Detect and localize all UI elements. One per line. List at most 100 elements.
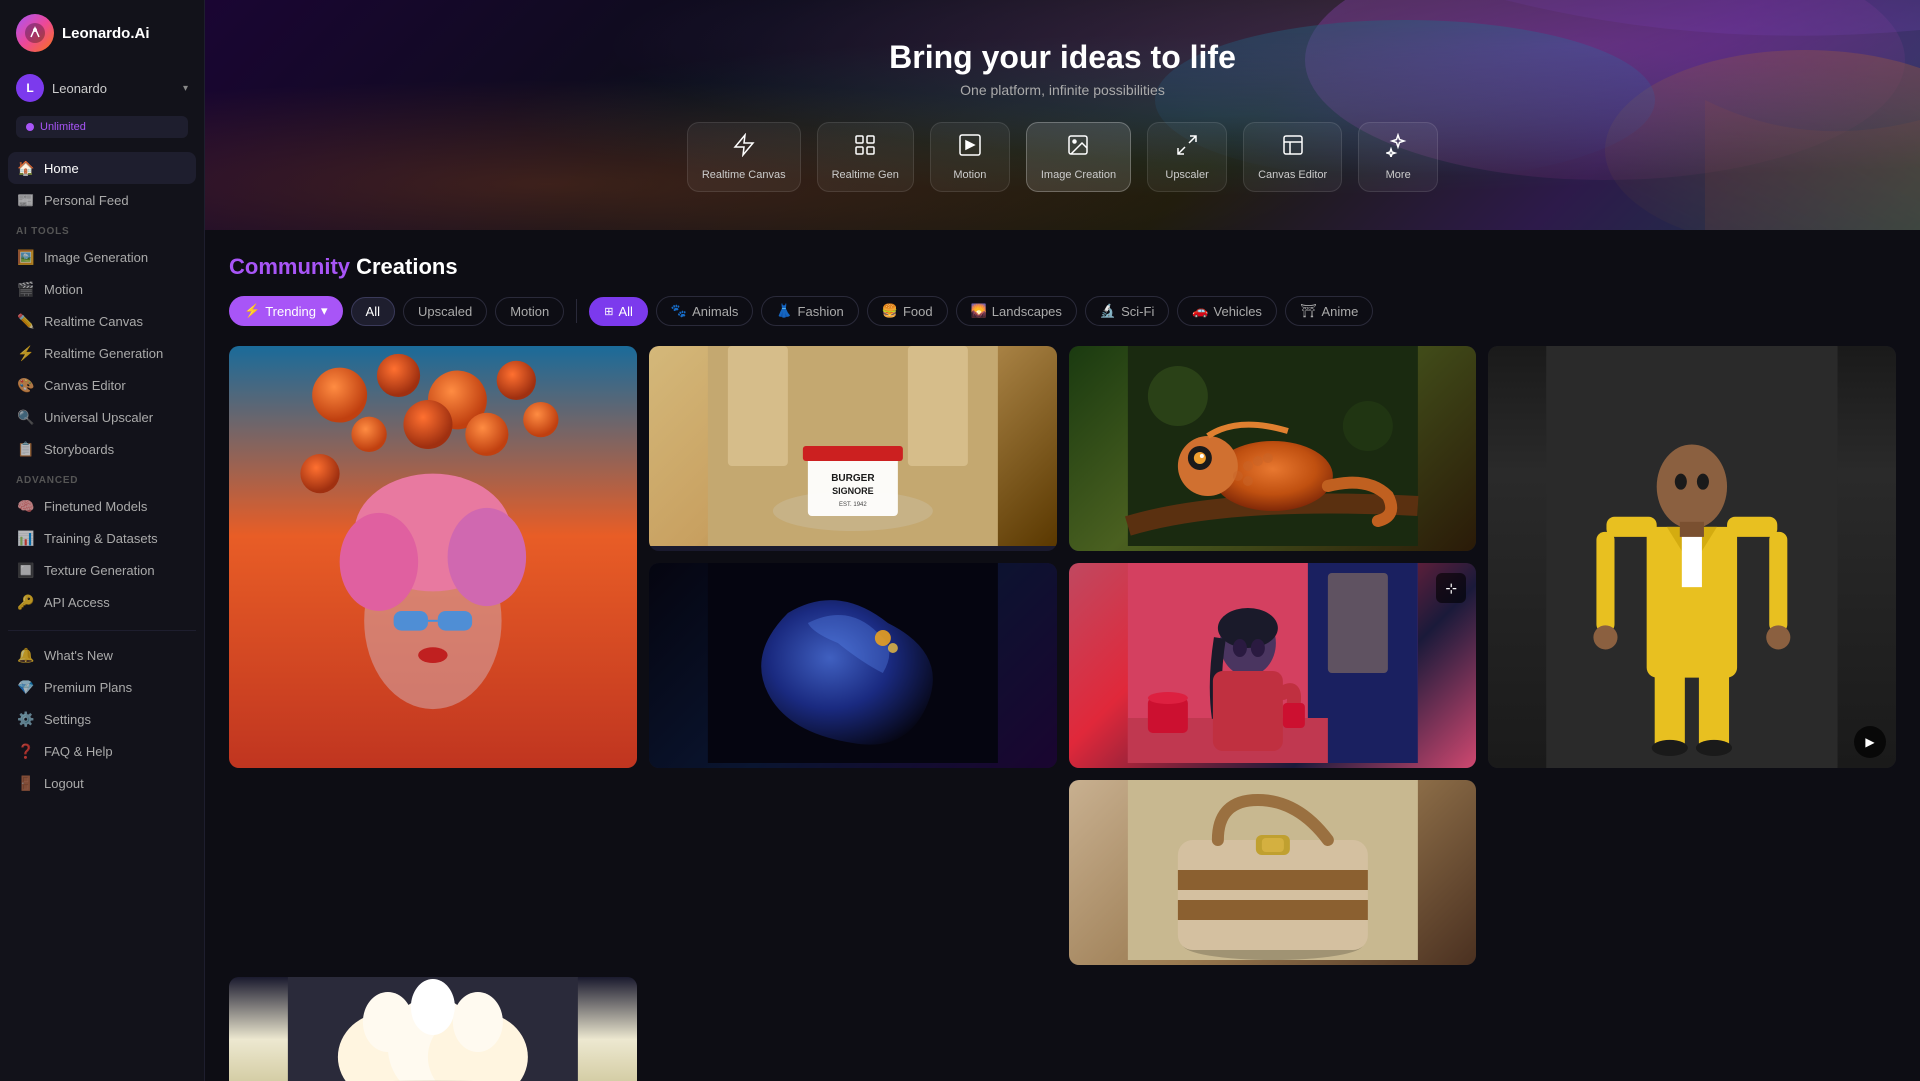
logo[interactable]: Leonardo.Ai — [0, 0, 204, 66]
filter-food[interactable]: 🍔 Food — [867, 296, 948, 326]
filter-all-left[interactable]: All — [351, 297, 395, 326]
tool-realtime-gen-label: Realtime Gen — [832, 169, 899, 181]
tool-upscaler-label: Upscaler — [1165, 169, 1208, 181]
sidebar-label-realtime-generation: Realtime Generation — [44, 346, 163, 361]
anime-label: Anime — [1321, 304, 1358, 319]
user-section[interactable]: L Leonardo ▾ — [0, 66, 204, 110]
more-tool-icon — [1386, 133, 1410, 163]
img5-svg — [649, 563, 1057, 763]
logo-text: Leonardo.Ai — [62, 25, 150, 42]
anime-icon: ⛩ — [1300, 303, 1317, 319]
sidebar-label-faq-help: FAQ & Help — [44, 744, 113, 759]
img8-svg — [229, 977, 637, 1081]
main-content: Bring your ideas to life One platform, i… — [205, 0, 1920, 1081]
food-label: Food — [903, 304, 933, 319]
tool-image-creation[interactable]: Image Creation — [1026, 122, 1131, 192]
filter-fashion[interactable]: 👗 Fashion — [761, 296, 858, 326]
sidebar-item-api-access[interactable]: 🔑 API Access — [8, 586, 196, 618]
plan-dot — [26, 123, 34, 131]
filter-vehicles[interactable]: 🚗 Vehicles — [1177, 296, 1277, 326]
grid-item-5[interactable] — [649, 563, 1057, 768]
trending-icon: ⚡ — [244, 303, 260, 319]
sidebar-item-home[interactable]: 🏠 Home — [8, 152, 196, 184]
image-creation-tool-icon — [1066, 133, 1090, 163]
filter-motion[interactable]: Motion — [495, 297, 564, 326]
sidebar-label-home: Home — [44, 161, 79, 176]
community-title: Community Creations — [229, 254, 1896, 280]
plan-label: Unlimited — [40, 121, 86, 133]
feed-icon: 📰 — [18, 192, 34, 208]
filter-sci-fi[interactable]: 🔬 Sci-Fi — [1085, 296, 1169, 326]
grid-item-3[interactable] — [1069, 346, 1477, 551]
sidebar-label-personal-feed: Personal Feed — [44, 193, 129, 208]
sidebar-item-storyboards[interactable]: 📋 Storyboards — [8, 433, 196, 465]
sidebar-item-realtime-generation[interactable]: ⚡ Realtime Generation — [8, 337, 196, 369]
all-right-icon: ⊞ — [604, 305, 613, 318]
training-icon: 📊 — [18, 530, 34, 546]
finetuned-icon: 🧠 — [18, 498, 34, 514]
canvas-editor-tool-icon — [1281, 133, 1305, 163]
filter-landscapes[interactable]: 🌄 Landscapes — [956, 296, 1077, 326]
filter-all-right[interactable]: ⊞ All — [589, 297, 648, 326]
tool-canvas-editor[interactable]: Canvas Editor — [1243, 122, 1342, 192]
tool-realtime-gen[interactable]: Realtime Gen — [817, 122, 914, 192]
tool-upscaler[interactable]: Upscaler — [1147, 122, 1227, 192]
chevron-down-icon: ▾ — [183, 83, 188, 94]
sidebar-item-personal-feed[interactable]: 📰 Personal Feed — [8, 184, 196, 216]
fashion-label: Fashion — [798, 304, 844, 319]
sidebar-label-api-access: API Access — [44, 595, 110, 610]
action-button-img6[interactable]: ⊹ — [1436, 573, 1466, 603]
grid-item-8[interactable] — [229, 977, 637, 1081]
sidebar-item-texture-generation[interactable]: 🔲 Texture Generation — [8, 554, 196, 586]
sidebar-item-premium-plans[interactable]: 💎 Premium Plans — [8, 671, 196, 703]
trending-chevron-icon: ▾ — [321, 303, 328, 319]
fashion-icon: 👗 — [776, 303, 792, 319]
sidebar-item-image-generation[interactable]: 🖼️ Image Generation — [8, 241, 196, 273]
filter-trending[interactable]: ⚡ Trending ▾ — [229, 296, 343, 326]
filter-animals[interactable]: 🐾 Animals — [656, 296, 753, 326]
grid-item-1[interactable] — [229, 346, 637, 768]
tool-realtime-canvas[interactable]: Realtime Canvas — [687, 122, 801, 192]
filter-anime[interactable]: ⛩ Anime — [1285, 296, 1373, 326]
sidebar-item-training-datasets[interactable]: 📊 Training & Datasets — [8, 522, 196, 554]
hero-toolbar: Realtime Canvas Realtime Gen — [687, 122, 1438, 192]
grid-item-2[interactable]: BURGER SIGNORE EST. 1942 — [649, 346, 1057, 551]
vehicles-icon: 🚗 — [1192, 303, 1208, 319]
sidebar-item-universal-upscaler[interactable]: 🔍 Universal Upscaler — [8, 401, 196, 433]
sidebar-label-realtime-canvas: Realtime Canvas — [44, 314, 143, 329]
filter-upscaled[interactable]: Upscaled — [403, 297, 487, 326]
image-grid: BURGER SIGNORE EST. 1942 — [205, 346, 1920, 1081]
tool-more[interactable]: More — [1358, 122, 1438, 192]
svg-text:SIGNORE: SIGNORE — [832, 486, 874, 496]
sidebar-item-faq-help[interactable]: ❓ FAQ & Help — [8, 735, 196, 767]
svg-text:BURGER: BURGER — [831, 473, 875, 484]
canvas-editor-icon: 🎨 — [18, 377, 34, 393]
sidebar-item-settings[interactable]: ⚙️ Settings — [8, 703, 196, 735]
filter-separator — [576, 299, 577, 323]
sidebar-item-logout[interactable]: 🚪 Logout — [8, 767, 196, 799]
upscaler-tool-icon — [1175, 133, 1199, 163]
food-icon: 🍔 — [882, 303, 898, 319]
all-right-label: All — [618, 304, 632, 319]
play-button-img4[interactable]: ▶ — [1854, 726, 1886, 758]
sidebar-label-canvas-editor: Canvas Editor — [44, 378, 126, 393]
grid-item-4[interactable]: ▶ — [1488, 346, 1896, 768]
tool-image-creation-label: Image Creation — [1041, 169, 1116, 181]
sidebar-item-motion[interactable]: 🎬 Motion — [8, 273, 196, 305]
sidebar-item-whats-new[interactable]: 🔔 What's New — [8, 639, 196, 671]
community-title-highlight: Community — [229, 254, 350, 279]
plan-badge[interactable]: Unlimited — [16, 116, 188, 138]
img1-svg — [229, 346, 637, 768]
filter-row: ⚡ Trending ▾ All Upscaled Motion ⊞ All 🐾 — [229, 296, 1896, 326]
grid-item-6[interactable]: ⊹ — [1069, 563, 1477, 768]
animals-label: Animals — [692, 304, 738, 319]
realtime-canvas-tool-icon — [732, 133, 756, 163]
tool-motion[interactable]: Motion — [930, 122, 1010, 192]
grid-item-7[interactable] — [1069, 780, 1477, 965]
realtime-canvas-icon: ✏️ — [18, 313, 34, 329]
sidebar-item-canvas-editor[interactable]: 🎨 Canvas Editor — [8, 369, 196, 401]
community-title-rest: Creations — [350, 254, 458, 279]
sidebar-item-finetuned-models[interactable]: 🧠 Finetuned Models — [8, 490, 196, 522]
texture-icon: 🔲 — [18, 562, 34, 578]
sidebar-item-realtime-canvas[interactable]: ✏️ Realtime Canvas — [8, 305, 196, 337]
